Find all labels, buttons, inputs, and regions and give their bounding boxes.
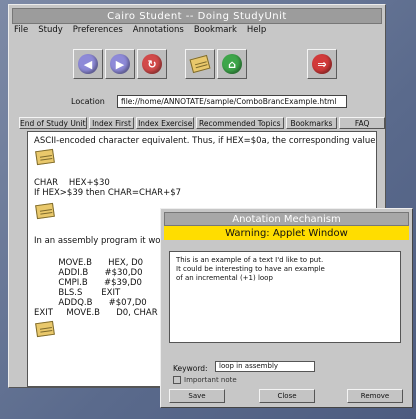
checkbox-label: Important note [184,376,237,384]
location-label: Location [71,97,105,106]
menu-preferences[interactable]: Preferences [72,25,124,37]
home-button[interactable]: ⌂ [217,49,247,79]
back-arrow-icon: ◀ [78,54,98,74]
back-button[interactable]: ◀ [73,49,103,79]
exit-icon: ⇒ [312,54,332,74]
code-line: ADDI.B #$30,D0 [34,268,143,278]
keyword-label: Keyword: [173,364,208,373]
reload-button[interactable]: ↻ [137,49,167,79]
menu-annotations[interactable]: Annotations [132,25,185,37]
close-button[interactable]: Close [259,389,315,403]
home-icon: ⌂ [222,54,242,74]
annotation-note-icon[interactable] [35,320,55,338]
exit-button[interactable]: ⇒ [307,49,337,79]
menu-help[interactable]: Help [246,25,267,37]
content-line: ASCII-encoded character equivalent. Thus… [34,136,377,146]
tab-faq[interactable]: FAQ [339,117,386,129]
dialog-title: Anotation Mechanism [164,212,409,226]
applet-warning-banner: Warning: Applet Window [164,226,409,240]
annotation-textarea[interactable]: This is an example of a text I'd like to… [169,251,401,343]
menu-bookmark[interactable]: Bookmark [193,25,238,37]
checkbox-box-icon [173,376,181,384]
code-line: ADDQ.B #$07,D0 [34,298,147,308]
toolbar: ◀ ▶ ↻ ⌂ ⇒ [9,49,385,97]
tab-index-first[interactable]: Index First [88,117,135,129]
reload-icon: ↻ [142,54,162,74]
code-line: EXIT MOVE.B D0, CHAR [34,308,158,318]
code-line: BLS.S EXIT [34,288,121,298]
save-button[interactable]: Save [169,389,225,403]
code-line: MOVE.B HEX, D0 [34,258,144,268]
important-note-checkbox[interactable]: Important note [173,376,237,384]
nav-tabs: End of Study Unit Index First Index Exer… [19,117,386,131]
content-line: In an assembly program it woul [34,236,169,246]
remove-button[interactable]: Remove [347,389,403,403]
menu-file[interactable]: File [13,25,29,37]
annotate-button[interactable] [185,49,215,79]
pencil-note-icon [189,54,211,74]
forward-button[interactable]: ▶ [105,49,135,79]
code-line: CMPI.B #$39,D0 [34,278,142,288]
forward-arrow-icon: ▶ [110,54,130,74]
content-line: CHAR HEX+$30 [34,178,110,188]
keyword-input[interactable]: loop in assembly [215,361,315,372]
location-input[interactable]: file://home/ANNOTATE/sample/ComboBrancEx… [117,95,347,108]
annotation-note-icon[interactable] [35,148,55,166]
tab-end-of-study-unit[interactable]: End of Study Unit [19,117,87,129]
content-line: If HEX>$39 then CHAR=CHAR+$7 [34,188,182,198]
tab-recommended-topics[interactable]: Recommended Topics [196,117,284,129]
tab-index-exercise[interactable]: Index Exercise [136,117,195,129]
menu-study[interactable]: Study [37,25,64,37]
window-title: Cairo Student -- Doing StudyUnit [12,8,382,24]
annotation-note-icon[interactable] [35,202,55,220]
annotation-dialog: Anotation Mechanism Warning: Applet Wind… [160,208,413,408]
menu-bar: File Study Preferences Annotations Bookm… [13,25,381,37]
tab-bookmarks[interactable]: Bookmarks [285,117,338,129]
